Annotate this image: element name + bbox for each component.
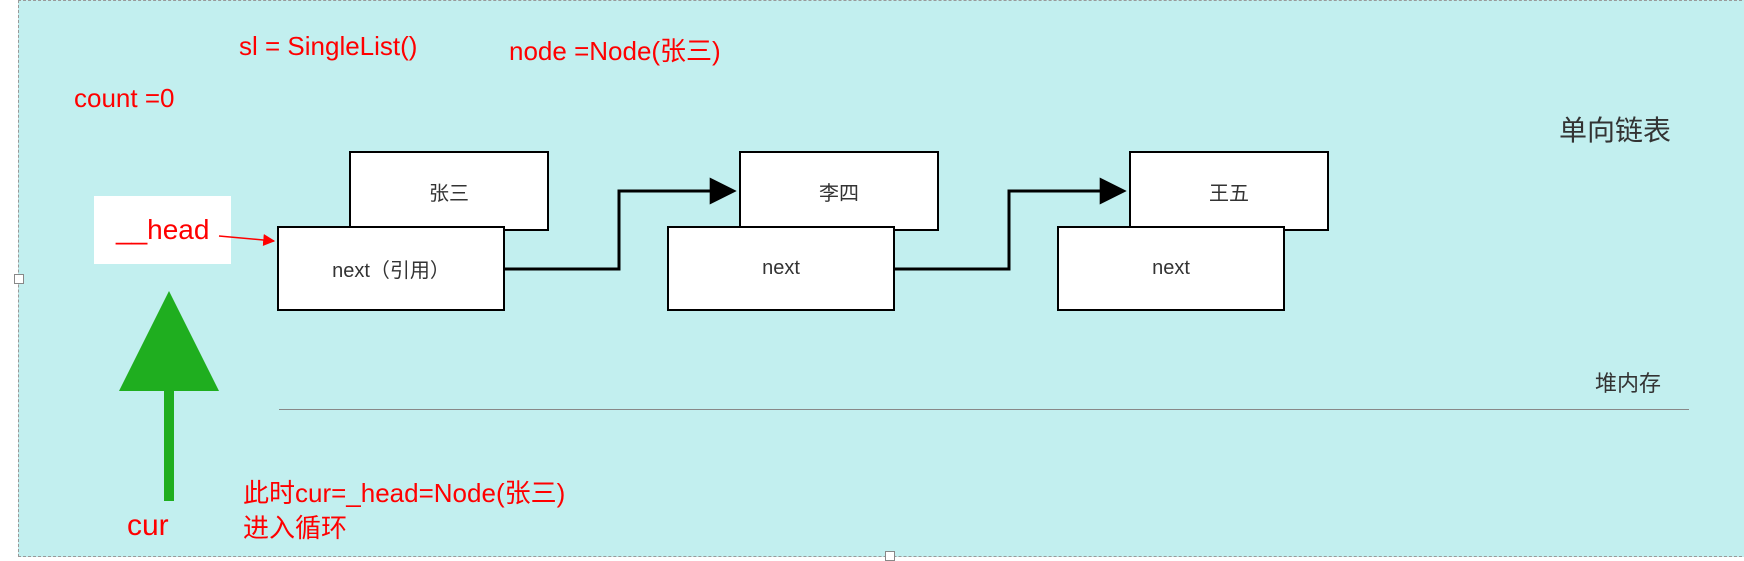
divider (279, 409, 1689, 410)
node3-name: 王五 (1209, 177, 1249, 206)
node1-next: next（引用） (332, 254, 450, 283)
node2-next-box: next (667, 226, 895, 311)
node1-name-box: 张三 (349, 151, 549, 231)
node1-next-box: next（引用） (277, 226, 505, 311)
node1-name: 张三 (429, 177, 469, 206)
head-label: __head (116, 214, 209, 245)
code-sl: sl = SingleList() (239, 31, 417, 62)
cur-label: cur (127, 509, 169, 543)
notes-line1: 此时cur=_head=Node(张三) (243, 476, 565, 511)
notes: 此时cur=_head=Node(张三) 进入循环 (243, 476, 565, 546)
node2-next: next (762, 257, 800, 280)
node3-next: next (1152, 257, 1190, 280)
heap-label: 堆内存 (1595, 366, 1661, 398)
code-node: node =Node(张三) (509, 31, 721, 68)
node3-name-box: 王五 (1129, 151, 1329, 231)
head-box: __head (94, 196, 231, 264)
diagram-title: 单向链表 (1559, 109, 1671, 149)
notes-line2: 进入循环 (243, 511, 565, 546)
count-label: count =0 (74, 83, 174, 114)
node2-name-box: 李四 (739, 151, 939, 231)
resize-handle-bottom[interactable] (885, 551, 895, 561)
resize-handle-left[interactable] (14, 274, 24, 284)
diagram-canvas: sl = SingleList() node =Node(张三) count =… (18, 0, 1744, 557)
node3-next-box: next (1057, 226, 1285, 311)
node2-name: 李四 (819, 177, 859, 206)
